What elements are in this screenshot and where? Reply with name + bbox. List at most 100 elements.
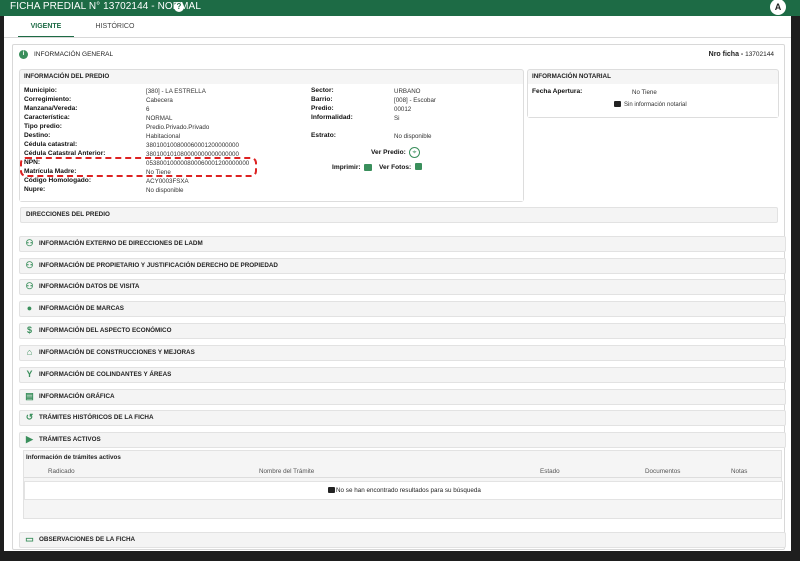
- tipo-predio-value: Predio.Privado.Privado: [146, 124, 210, 131]
- fecha-apertura-value: No Tiene: [632, 89, 657, 96]
- col-estado[interactable]: Estado: [540, 468, 560, 475]
- tramites-table-title: Información de trámites activos: [26, 454, 121, 461]
- municipio-value: [380] - LA ESTRELLA: [146, 88, 206, 95]
- general-title: INFORMACIÓN GENERAL: [34, 51, 114, 58]
- tipo-predio-label: Tipo predio:: [24, 123, 62, 130]
- destino-label: Destino:: [24, 132, 51, 139]
- notarial-card: INFORMACIÓN NOTARIAL Fecha Apertura: No …: [527, 69, 779, 118]
- municipio-label: Municipio:: [24, 87, 57, 94]
- cedula-anterior-label: Cédula Catastral Anterior:: [24, 150, 106, 157]
- col-radicado[interactable]: Radicado: [48, 468, 75, 475]
- home-icon: ⌂: [26, 347, 33, 357]
- section-label: INFORMACIÓN DE MARCAS: [39, 305, 125, 312]
- notarial-card-body: Fecha Apertura: No Tiene Sin información…: [528, 84, 778, 117]
- nupre-value: No disponible: [146, 187, 184, 194]
- col-notas[interactable]: Notas: [731, 468, 747, 475]
- caracteristica-label: Característica:: [24, 114, 70, 121]
- section-label: INFORMACIÓN DATOS DE VISITA: [39, 283, 140, 290]
- people-icon: ⚇: [25, 260, 34, 270]
- section-propietario[interactable]: ⚇ INFORMACIÓN DE PROPIETARIO Y JUSTIFICA…: [19, 258, 786, 274]
- nro-ficha-label: Nro ficha -: [708, 51, 744, 58]
- notarial-empty: Sin información notarial: [624, 102, 687, 108]
- section-label: INFORMACIÓN DE PROPIETARIO Y JUSTIFICACI…: [39, 262, 278, 269]
- informalidad-value: Si: [394, 115, 400, 122]
- corregimiento-value: Cabecera: [146, 97, 173, 104]
- col-documentos[interactable]: Documentos: [645, 468, 680, 475]
- section-colindantes[interactable]: Y INFORMACIÓN DE COLINDANTES Y ÁREAS: [19, 367, 786, 383]
- codigo-homologado-value: ACY0003FSXA: [146, 178, 189, 185]
- section-label: OBSERVACIONES DE LA FICHA: [39, 536, 136, 543]
- ver-fotos-label: Ver Fotos:: [379, 164, 412, 171]
- people-icon: ⚇: [25, 238, 34, 248]
- predio-card-title: INFORMACIÓN DEL PREDIO: [24, 73, 110, 80]
- manzana-value: 6: [146, 106, 150, 113]
- tab-divider: [4, 37, 791, 38]
- predio-value: 00012: [394, 106, 412, 113]
- empty-row: No se han encontrado resultados para su …: [24, 481, 783, 500]
- circle-icon: ●: [26, 303, 33, 313]
- section-label: INFORMACIÓN DE CONSTRUCCIONES Y MEJORAS: [39, 349, 195, 356]
- fecha-apertura-label: Fecha Apertura:: [532, 88, 583, 95]
- barrio-value: [008] - Escobar: [394, 97, 436, 104]
- page-title: FICHA PREDIAL N° 13702144 - NORMAL: [10, 1, 201, 12]
- section-construcciones[interactable]: ⌂ INFORMACIÓN DE CONSTRUCCIONES Y MEJORA…: [19, 345, 786, 361]
- dollar-icon: $: [26, 325, 32, 335]
- table-header-divider: [24, 477, 781, 478]
- comment-icon: ▭: [25, 534, 34, 544]
- triangle-right-icon: ▶: [26, 434, 33, 444]
- tab-vigente[interactable]: VIGENTE: [18, 18, 74, 38]
- section-label: INFORMACIÓN GRÁFICA: [39, 393, 115, 400]
- section-datos-visita[interactable]: ⚇ INFORMACIÓN DATOS DE VISITA: [19, 279, 786, 295]
- codigo-homologado-label: Código Homologado:: [24, 177, 92, 184]
- section-marcas[interactable]: ● INFORMACIÓN DE MARCAS: [19, 301, 786, 317]
- section-direcciones[interactable]: DIRECCIONES DEL PREDIO: [20, 207, 778, 223]
- printer-icon[interactable]: [364, 164, 372, 171]
- section-aspecto-economico[interactable]: $ INFORMACIÓN DEL ASPECTO ECONÓMICO: [19, 323, 786, 339]
- help-icon[interactable]: ?: [174, 2, 184, 12]
- map-icon: ▤: [25, 391, 34, 401]
- informalidad-label: Informalidad:: [311, 114, 353, 121]
- section-label: DIRECCIONES DEL PREDIO: [26, 211, 110, 218]
- estrato-value: No disponible: [394, 133, 432, 140]
- empty-message: No se han encontrado resultados para su …: [336, 487, 481, 494]
- info-icon: i: [19, 50, 28, 59]
- locate-icon[interactable]: ⌖: [409, 147, 420, 158]
- npn-highlight-box: [20, 157, 257, 177]
- nro-ficha: Nro ficha - 13702144: [709, 51, 774, 58]
- thumbs-down-icon: [328, 487, 335, 493]
- predio-card: INFORMACIÓN DEL PREDIO Municipio: [380] …: [19, 69, 524, 202]
- col-nombre-tramite[interactable]: Nombre del Trámite: [259, 468, 314, 475]
- tramites-activos-table: Información de trámites activos Radicado…: [23, 450, 783, 519]
- barrio-label: Barrio:: [311, 96, 333, 103]
- corregimiento-label: Corregimiento:: [24, 96, 72, 103]
- tab-historico[interactable]: HISTÓRICO: [90, 18, 140, 36]
- general-panel: i INFORMACIÓN GENERAL Nro ficha - 137021…: [12, 44, 786, 550]
- sector-value: URBANO: [394, 88, 421, 95]
- section-label: INFORMACIÓN DEL ASPECTO ECONÓMICO: [39, 327, 172, 334]
- photo-icon[interactable]: [415, 163, 422, 170]
- section-observaciones[interactable]: ▭ OBSERVACIONES DE LA FICHA: [19, 532, 786, 548]
- section-label: TRÁMITES HISTÓRICOS DE LA FICHA: [39, 414, 154, 421]
- ver-predio-label: Ver Predio:: [371, 149, 406, 156]
- section-tramites-activos[interactable]: ▶ TRÁMITES ACTIVOS: [19, 432, 786, 448]
- section-externo-direcciones[interactable]: ⚇ INFORMACIÓN EXTERNO DE DIRECCIONES DE …: [19, 236, 786, 252]
- nro-ficha-value: 13702144: [745, 51, 774, 58]
- estrato-label: Estrato:: [311, 132, 336, 139]
- section-label: TRÁMITES ACTIVOS: [39, 436, 101, 443]
- destino-value: Habitacional: [146, 133, 181, 140]
- people-icon: ⚇: [25, 281, 34, 291]
- accessibility-icon[interactable]: A: [770, 0, 786, 15]
- section-label: INFORMACIÓN EXTERNO DE DIRECCIONES DE LA…: [39, 240, 203, 247]
- title-bar: FICHA PREDIAL N° 13702144 - NORMAL ? A: [0, 0, 800, 16]
- history-icon: ↺: [25, 412, 34, 422]
- fork-icon: Y: [26, 369, 33, 379]
- section-tramites-historicos[interactable]: ↺ TRÁMITES HISTÓRICOS DE LA FICHA: [19, 410, 786, 426]
- cedula-value: 380100100800060001200000000: [146, 142, 239, 149]
- section-label: INFORMACIÓN DE COLINDANTES Y ÁREAS: [39, 371, 172, 378]
- sector-label: Sector:: [311, 87, 334, 94]
- manzana-label: Manzana/Vereda:: [24, 105, 78, 112]
- thumbs-down-icon: [614, 101, 621, 107]
- imprimir-label: Imprimir:: [332, 164, 361, 171]
- section-grafica[interactable]: ▤ INFORMACIÓN GRÁFICA: [19, 389, 786, 405]
- caracteristica-value: NORMAL: [146, 115, 173, 122]
